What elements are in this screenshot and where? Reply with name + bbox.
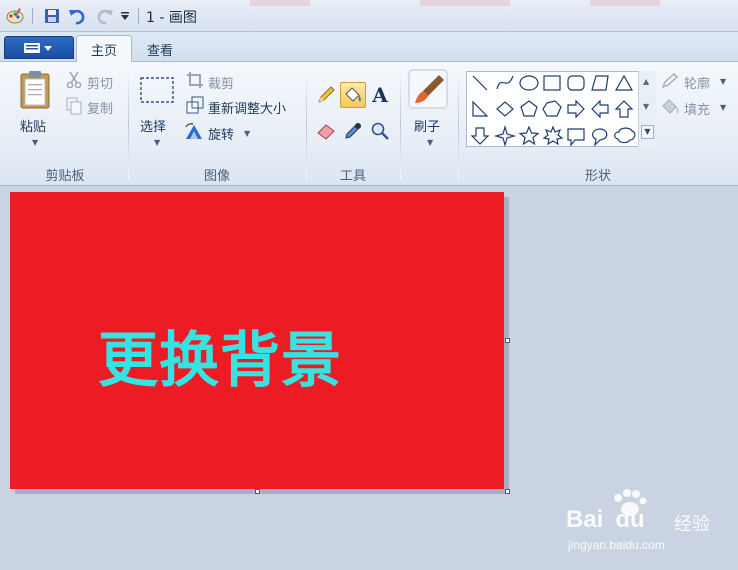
cut-button[interactable]: 剪切 — [87, 73, 113, 92]
pencil-icon — [318, 86, 335, 103]
rotate-button[interactable]: 旋转 — [208, 124, 234, 143]
select-button[interactable] — [139, 76, 175, 104]
paint-bucket-icon — [345, 87, 361, 102]
resize-button[interactable]: 重新调整大小 — [208, 98, 286, 117]
separator — [138, 8, 139, 24]
redo-icon[interactable] — [94, 6, 116, 26]
image-group-label: 图像 — [203, 169, 230, 184]
ribbon-tab-bar: 主页 查看 — [0, 32, 738, 63]
brushes-dropdown-icon[interactable]: ▼ — [427, 138, 433, 147]
paint-menu-button[interactable] — [4, 36, 74, 59]
undo-icon[interactable] — [66, 6, 88, 26]
eraser-icon — [317, 124, 335, 140]
tab-home[interactable]: 主页 — [76, 35, 133, 63]
pencil-tool-button[interactable] — [313, 82, 339, 108]
group-separator — [400, 68, 401, 180]
outline-icon — [661, 73, 679, 89]
fill-button[interactable]: 填充 — [684, 99, 710, 118]
paintbrush-icon — [408, 69, 448, 109]
watermark-brand-part1: Bai — [566, 506, 604, 533]
group-separator — [458, 68, 459, 180]
crop-icon — [186, 71, 204, 89]
select-dropdown-icon[interactable]: ▼ — [154, 138, 160, 147]
select-rectangle-icon — [140, 77, 174, 103]
menu-icon — [24, 42, 52, 53]
brushes-label[interactable]: 刷子 — [414, 116, 440, 135]
title-bar: 1 - 画图 — [0, 0, 738, 32]
watermark-url: jingyan.baidu.com — [568, 538, 665, 552]
rotate-dropdown-icon[interactable]: ▼ — [244, 129, 250, 138]
canvas-text[interactable]: 更换背景 — [98, 312, 342, 399]
paste-dropdown-icon[interactable]: ▼ — [32, 138, 38, 147]
resize-handle-corner[interactable] — [505, 489, 510, 494]
resize-handle-bottom[interactable] — [255, 489, 260, 494]
scissors-icon — [66, 71, 82, 89]
fill-dropdown-icon[interactable]: ▼ — [720, 103, 726, 112]
rotate-icon — [184, 122, 204, 140]
resize-icon — [186, 96, 204, 114]
paste-button[interactable] — [18, 70, 52, 110]
shapes-group-label: 形状 — [584, 169, 611, 184]
save-icon[interactable] — [42, 6, 62, 26]
watermark-brand: Bai du — [566, 506, 645, 534]
separator — [32, 8, 33, 24]
paste-label[interactable]: 粘贴 — [20, 116, 46, 135]
watermark-product: 经验 — [674, 514, 710, 535]
gallery-expand-icon[interactable]: ▼ — [641, 125, 654, 139]
shapes-gallery-scroll[interactable]: ▲ ▼ ▼ — [638, 71, 656, 147]
tab-view[interactable]: 查看 — [133, 35, 187, 63]
eyedropper-icon — [345, 123, 361, 139]
tools-group-label: 工具 — [339, 169, 366, 184]
watermark-brand-part2: du — [615, 506, 645, 533]
crop-button[interactable]: 裁剪 — [208, 73, 234, 92]
eraser-tool-button[interactable] — [313, 118, 339, 144]
copy-button[interactable]: 复制 — [87, 98, 113, 117]
outline-dropdown-icon[interactable]: ▼ — [720, 77, 726, 86]
clipboard-icon — [20, 71, 50, 109]
group-separator — [128, 68, 129, 180]
outline-button[interactable]: 轮廓 — [684, 73, 710, 92]
group-separator — [306, 68, 307, 180]
background-blur — [420, 0, 510, 6]
customize-toolbar-icon[interactable] — [118, 6, 132, 26]
scroll-up-icon[interactable]: ▲ — [643, 77, 649, 86]
background-blur — [250, 0, 310, 6]
background-blur — [590, 0, 660, 6]
text-a-icon: A — [372, 83, 388, 107]
select-label[interactable]: 选择 — [140, 116, 166, 135]
paint-app-icon[interactable] — [4, 6, 26, 26]
fill-tool-button[interactable] — [340, 82, 366, 108]
shapes-gallery-icons — [470, 74, 636, 148]
clipboard-group-label: 剪贴板 — [45, 169, 85, 184]
fill-icon — [661, 98, 679, 114]
shapes-gallery — [466, 71, 656, 148]
brushes-button[interactable] — [408, 69, 448, 109]
copy-icon — [66, 97, 82, 115]
scroll-down-icon[interactable]: ▼ — [643, 102, 649, 111]
magnifier-tool-button[interactable] — [367, 118, 393, 144]
window-title: 1 - 画图 — [146, 10, 197, 26]
baidu-jingyan-watermark: Bai du 经验 jingyan.baidu.com — [566, 488, 736, 558]
resize-handle-right[interactable] — [505, 338, 510, 343]
magnifier-icon — [371, 122, 389, 140]
color-picker-tool-button[interactable] — [340, 118, 366, 144]
text-tool-button[interactable]: A — [367, 82, 393, 108]
